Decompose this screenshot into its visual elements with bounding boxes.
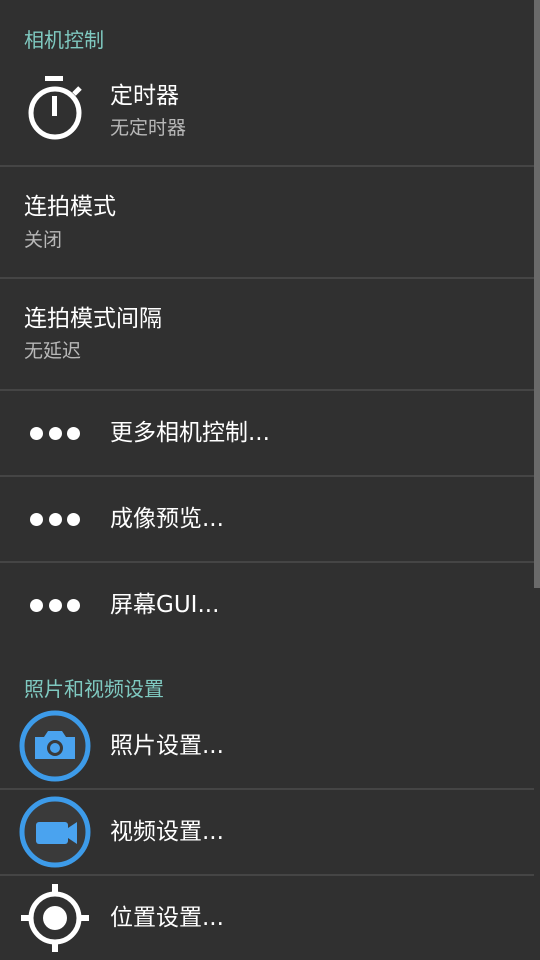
pref-burst-interval[interactable]: 连拍模式间隔 无延迟 bbox=[0, 279, 534, 389]
location-target-icon bbox=[21, 884, 89, 952]
pref-burst-mode[interactable]: 连拍模式 关闭 bbox=[0, 167, 534, 277]
pref-burst-mode-title: 连拍模式 bbox=[24, 194, 116, 220]
pref-photo-settings-title: 照片设置... bbox=[110, 733, 224, 759]
pref-video-settings[interactable]: 视频设置... bbox=[0, 790, 534, 874]
scrollbar[interactable] bbox=[534, 0, 540, 588]
pref-burst-mode-summary: 关闭 bbox=[24, 229, 63, 251]
pref-location-settings-title: 位置设置... bbox=[110, 905, 224, 931]
camera-icon bbox=[19, 710, 91, 782]
pref-preview-title: 成像预览... bbox=[110, 506, 224, 532]
stopwatch-icon bbox=[26, 76, 84, 142]
pref-video-settings-title: 视频设置... bbox=[110, 819, 224, 845]
pref-location-settings[interactable]: 位置设置... bbox=[0, 876, 534, 960]
pref-screen-gui[interactable]: 屏幕GUI... bbox=[0, 563, 534, 647]
more-dots-icon bbox=[30, 598, 80, 612]
pref-burst-interval-summary: 无延迟 bbox=[24, 340, 82, 362]
video-camera-icon bbox=[19, 796, 91, 868]
pref-preview[interactable]: 成像预览... bbox=[0, 477, 534, 561]
pref-timer-summary: 无定时器 bbox=[110, 117, 187, 139]
pref-screen-gui-title: 屏幕GUI... bbox=[110, 592, 220, 618]
pref-burst-interval-title: 连拍模式间隔 bbox=[24, 306, 162, 332]
settings-screen: 相机控制 定时器 无定时器 连拍模式 关闭 连拍模式间隔 无延迟 更多相机控制.… bbox=[0, 0, 540, 960]
section-header-camera-controls: 相机控制 bbox=[24, 28, 104, 52]
pref-timer[interactable]: 定时器 无定时器 bbox=[0, 66, 534, 166]
more-dots-icon bbox=[30, 512, 80, 526]
pref-photo-settings[interactable]: 照片设置... bbox=[0, 708, 534, 788]
pref-more-camera-controls[interactable]: 更多相机控制... bbox=[0, 391, 534, 475]
pref-more-camera-controls-title: 更多相机控制... bbox=[110, 420, 270, 446]
pref-timer-title: 定时器 bbox=[110, 83, 179, 109]
more-dots-icon bbox=[30, 426, 80, 440]
section-header-photo-video: 照片和视频设置 bbox=[24, 677, 164, 701]
